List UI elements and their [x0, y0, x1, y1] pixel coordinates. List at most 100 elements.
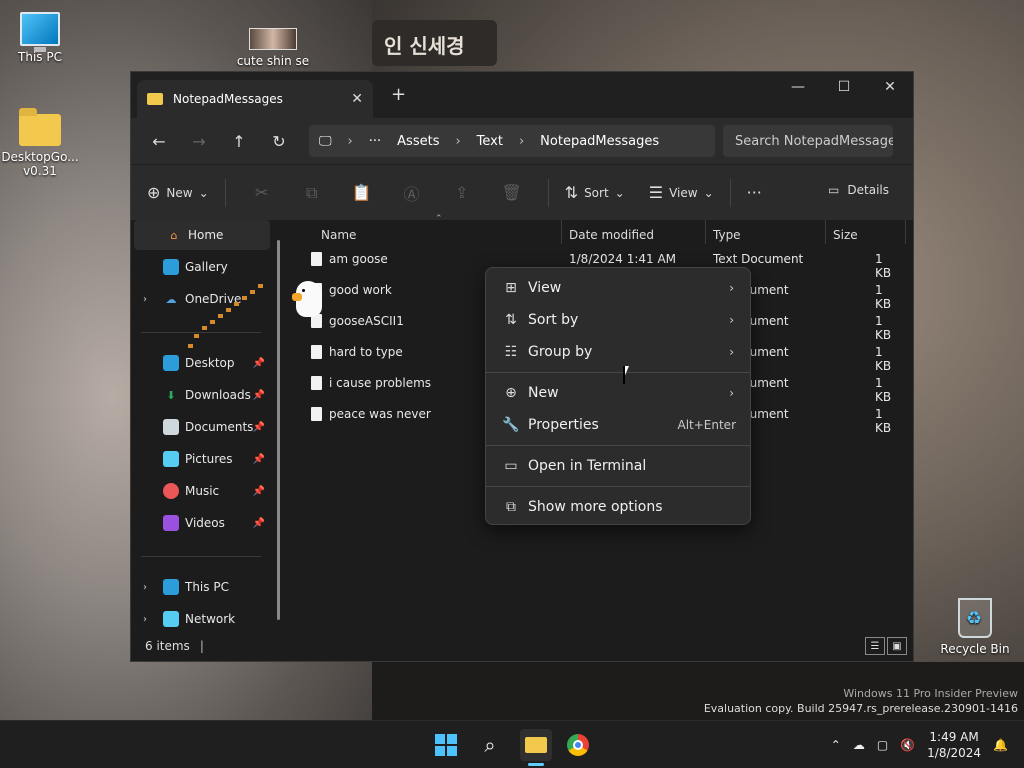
tab-close-icon[interactable]: ✕ [351, 91, 363, 107]
breadcrumb-notepadmessages[interactable]: NotepadMessages [540, 134, 659, 149]
rename-button[interactable]: Ⓐ [392, 181, 432, 205]
sort-icon: ⇅ [505, 312, 517, 328]
sort-button[interactable]: ⇅ Sort ⌄ [565, 183, 625, 202]
status-divider: | [199, 639, 204, 653]
view-button-label: View [669, 185, 698, 200]
desktop-folder-icon [163, 355, 179, 371]
close-button[interactable]: ✕ [867, 72, 913, 102]
sidebar-item-documents[interactable]: Documents 📌 [131, 412, 271, 442]
tab-notepadmessages[interactable]: NotepadMessages ✕ [137, 80, 373, 118]
new-button[interactable]: ⊕ New ⌄ [147, 183, 209, 202]
share-button[interactable]: ⇪ [442, 183, 482, 202]
column-divider[interactable] [561, 220, 562, 244]
context-menu-label: Show more options [528, 499, 663, 515]
view-button[interactable]: ☰ View ⌄ [649, 183, 714, 202]
context-menu-show-more-options[interactable]: ⧉ Show more options [490, 491, 746, 523]
maximize-button[interactable]: ☐ [821, 72, 867, 102]
network-icon[interactable]: ▢ [877, 738, 888, 752]
video-icon [163, 515, 179, 531]
context-menu-properties[interactable]: 🔧 Properties Alt+Enter [490, 409, 746, 441]
onedrive-offline-icon[interactable]: ☁ [853, 738, 865, 752]
details-button-label: Details [847, 183, 889, 197]
details-button[interactable]: ▭ Details [828, 183, 889, 197]
taskbar-chrome[interactable] [562, 729, 594, 761]
clock-time: 1:49 AM [929, 730, 979, 744]
minimize-button[interactable]: — [775, 72, 821, 102]
copy-button[interactable]: ⧉ [292, 183, 332, 203]
plus-circle-icon: ⊕ [147, 183, 161, 202]
search-button[interactable]: ⌕ [474, 729, 506, 761]
folder-icon [19, 108, 61, 146]
column-name[interactable]: Name [321, 228, 356, 242]
up-button[interactable]: ↑ [219, 132, 259, 151]
tiles-view-button[interactable]: ▣ [887, 637, 907, 655]
desktop-goose-icon[interactable] [290, 277, 326, 321]
new-tab-button[interactable]: + [391, 84, 406, 105]
watermark-line: Evaluation copy. Build 25947.rs_prerelea… [703, 702, 1018, 715]
desktop-icon-label: Recycle Bin [940, 642, 1010, 656]
context-menu-open-in-terminal[interactable]: ▭ Open in Terminal [490, 450, 746, 482]
sidebar-item-label: Videos [185, 516, 225, 530]
sidebar-item-gallery[interactable]: Gallery [131, 252, 271, 282]
context-menu-label: Group by [528, 344, 593, 360]
back-button[interactable]: ← [139, 132, 179, 151]
recycle-bin-icon: ♻ [958, 598, 992, 638]
context-menu-view[interactable]: ⊞ View › [490, 272, 746, 304]
sidebar-item-network[interactable]: › Network [131, 604, 271, 634]
breadcrumb-overflow[interactable]: ··· [369, 134, 381, 149]
clock[interactable]: 1:49 AM 1/8/2024 [927, 729, 981, 761]
desktop-icon-cute-shin-se[interactable]: cute shin se [233, 28, 313, 68]
context-menu-group-by[interactable]: ☷ Group by › [490, 336, 746, 368]
breadcrumb-text[interactable]: Text [477, 134, 503, 149]
window-controls: — ☐ ✕ [775, 72, 913, 102]
sidebar-item-downloads[interactable]: ⬇ Downloads 📌 [131, 380, 271, 410]
sidebar-item-home[interactable]: ⌂ Home [134, 220, 270, 250]
paste-button[interactable]: 📋 [342, 183, 382, 202]
address-bar[interactable]: 🖵 › ··· Assets › Text › NotepadMessages [309, 125, 715, 157]
cut-button[interactable]: ✂ [242, 183, 282, 202]
computer-icon [163, 579, 179, 595]
system-tray: ⌃ ☁ ▢ 🔇 1:49 AM 1/8/2024 🔔 [831, 721, 1008, 768]
volume-muted-icon[interactable]: 🔇 [900, 738, 915, 752]
context-menu-label: New [528, 385, 559, 401]
sidebar-item-this-pc[interactable]: › This PC [131, 572, 271, 602]
column-size[interactable]: Size [833, 228, 858, 242]
delete-button[interactable]: 🗑 [492, 183, 532, 202]
chevron-right-icon[interactable]: › [143, 294, 147, 305]
breadcrumb-assets[interactable]: Assets [397, 134, 439, 149]
sidebar-item-label: Documents [185, 420, 254, 434]
search-input[interactable]: Search NotepadMessage [723, 125, 893, 157]
sidebar-item-music[interactable]: Music 📌 [131, 476, 271, 506]
column-date-modified[interactable]: Date modified [569, 228, 654, 242]
chevron-down-icon: ⌄ [614, 185, 625, 200]
sidebar-item-pictures[interactable]: Pictures 📌 [131, 444, 271, 474]
text-file-icon [311, 252, 322, 266]
grid-icon: ⊞ [505, 280, 517, 296]
chevron-right-icon[interactable]: › [143, 614, 147, 625]
context-menu-new[interactable]: ⊕ New › [490, 377, 746, 409]
sidebar-item-label: Music [185, 484, 220, 498]
more-options-button[interactable]: ··· [747, 183, 762, 202]
column-divider[interactable] [705, 220, 706, 244]
refresh-button[interactable]: ↻ [259, 132, 299, 151]
desktop-icon-desktopgoose[interactable]: DesktopGo... v0.31 [0, 108, 80, 178]
context-menu-sort-by[interactable]: ⇅ Sort by › [490, 304, 746, 336]
sidebar-item-desktop[interactable]: Desktop 📌 [131, 348, 271, 378]
column-divider[interactable] [825, 220, 826, 244]
details-view-button[interactable]: ☰ [865, 637, 885, 655]
taskbar-file-explorer[interactable] [520, 729, 552, 761]
desktop-icon-recycle-bin[interactable]: ♻ Recycle Bin [935, 598, 1015, 656]
column-type[interactable]: Type [713, 228, 741, 242]
cloud-icon: ☁ [165, 292, 177, 306]
file-name: am goose [329, 252, 388, 266]
chevron-up-icon[interactable]: ⌃ [831, 738, 841, 752]
desktop-icon-this-pc[interactable]: This PC [0, 12, 80, 64]
notification-bell-icon[interactable]: 🔔 [993, 738, 1008, 752]
start-button[interactable] [430, 729, 462, 761]
chevron-right-icon[interactable]: › [143, 582, 147, 593]
column-divider[interactable] [905, 220, 906, 244]
divider [486, 486, 750, 487]
forward-button[interactable]: → [179, 132, 219, 151]
item-count: 6 items [145, 639, 190, 653]
sidebar-item-videos[interactable]: Videos 📌 [131, 508, 271, 538]
